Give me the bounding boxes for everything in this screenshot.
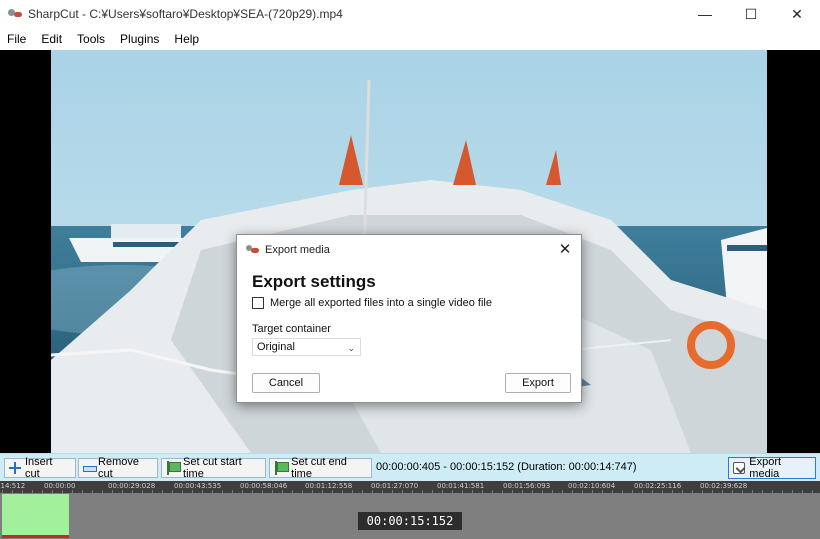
minimize-button[interactable]: — xyxy=(682,0,728,28)
merge-option-row[interactable]: Merge all exported files into a single v… xyxy=(252,297,492,309)
timeline-track[interactable]: 00:00:15:152 xyxy=(0,493,820,539)
set-cut-end-label: Set cut end time xyxy=(291,456,347,480)
target-container-value: Original xyxy=(257,341,295,353)
dialog-title-bar: Export media ✕ xyxy=(237,235,581,264)
dialog-heading: Export settings xyxy=(252,272,376,291)
plus-icon xyxy=(9,462,21,474)
window-title: SharpCut - C:¥Users¥softaro¥Desktop¥SEA-… xyxy=(28,7,343,21)
ruler-tick-label: 00:00:58:046 xyxy=(240,482,288,490)
menu-edit[interactable]: Edit xyxy=(34,28,70,50)
flag-end-icon xyxy=(274,461,290,475)
title-bar: SharpCut - C:¥Users¥softaro¥Desktop¥SEA-… xyxy=(0,0,820,28)
merge-checkbox[interactable] xyxy=(252,297,264,309)
menu-help[interactable]: Help xyxy=(167,28,207,50)
target-container-label: Target container xyxy=(252,323,331,335)
insert-cut-label: Insert cut xyxy=(24,456,53,480)
insert-cut-button[interactable]: Insert cut xyxy=(4,456,76,480)
cut-segment[interactable] xyxy=(2,494,69,538)
export-media-dialog: Export media ✕ Export settings Merge all… xyxy=(236,234,582,403)
sharpcut-app-icon xyxy=(8,8,22,20)
export-media-button[interactable]: Export media xyxy=(728,456,816,480)
flag-start-icon xyxy=(166,461,182,475)
video-player[interactable]: Export media ✕ Export settings Merge all… xyxy=(0,50,820,453)
menu-file[interactable]: File xyxy=(0,28,34,50)
menu-bar: File Edit Tools Plugins Help xyxy=(0,28,820,50)
export-button[interactable]: Export xyxy=(505,373,571,393)
minus-icon xyxy=(83,462,98,474)
chevron-down-icon: ⌄ xyxy=(347,343,355,353)
ruler-tick-label: 00:02:39:628 xyxy=(700,482,748,490)
cancel-button[interactable]: Cancel xyxy=(252,373,320,393)
remove-cut-button[interactable]: Remove cut xyxy=(78,456,158,480)
dialog-close-button[interactable]: ✕ xyxy=(555,239,575,259)
export-media-label: Export media xyxy=(749,456,782,480)
ruler-tick-label: 00:01:56:093 xyxy=(503,482,551,490)
target-container-select[interactable]: Original ⌄ xyxy=(252,338,361,356)
remove-cut-label: Remove cut xyxy=(98,456,139,480)
cut-toolbar: Insert cut Remove cut Set cut start time… xyxy=(0,453,820,481)
dialog-title: Export media xyxy=(265,243,330,256)
ruler-tick-label: 00:00:00 xyxy=(44,482,76,490)
set-cut-start-label: Set cut start time xyxy=(183,456,242,480)
timeline-ruler[interactable]: 00:00:14:512 00:00:00 00:00:29:028 00:00… xyxy=(0,481,820,493)
sharpcut-dialog-icon xyxy=(246,244,259,255)
cut-range-readout: 00:00:00:405 - 00:00:15:152 (Duration: 0… xyxy=(376,461,637,473)
export-icon xyxy=(733,462,746,474)
merge-checkbox-label[interactable]: Merge all exported files into a single v… xyxy=(270,297,492,309)
ruler-tick-label: 00:01:41:581 xyxy=(437,482,485,490)
menu-tools[interactable]: Tools xyxy=(70,28,113,50)
menu-plugins[interactable]: Plugins xyxy=(113,28,167,50)
close-button[interactable]: ✕ xyxy=(774,0,820,28)
current-time-display: 00:00:15:152 xyxy=(358,512,462,530)
maximize-button[interactable]: ☐ xyxy=(728,0,774,28)
set-cut-end-button[interactable]: Set cut end time xyxy=(269,456,372,480)
set-cut-start-button[interactable]: Set cut start time xyxy=(161,456,266,480)
